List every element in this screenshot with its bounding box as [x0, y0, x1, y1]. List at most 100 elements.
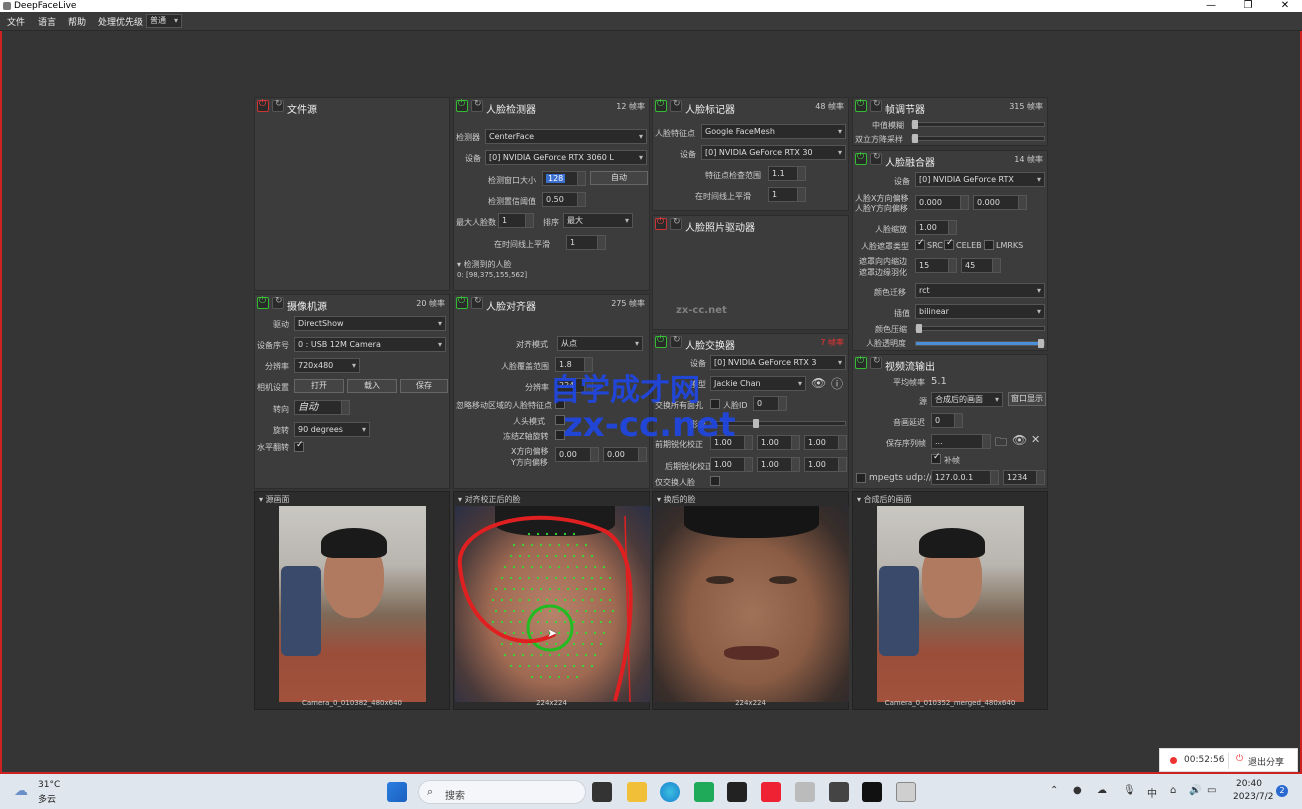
flip-checkbox[interactable] — [294, 440, 304, 452]
power-icon[interactable] — [257, 296, 269, 309]
reset-icon[interactable] — [670, 335, 682, 348]
ip-field[interactable]: 127.0.0.1 — [931, 470, 999, 485]
reset-icon[interactable] — [870, 99, 882, 112]
app-gray-icon[interactable] — [795, 782, 815, 802]
notification-badge[interactable]: 2 — [1276, 785, 1288, 797]
clear-icon[interactable]: ✕ — [1031, 433, 1040, 446]
start-icon[interactable] — [387, 782, 407, 802]
menu-language[interactable]: 语言 — [38, 15, 56, 28]
erode-field[interactable]: 15 — [915, 258, 957, 273]
open-button[interactable]: 打开 — [294, 379, 344, 393]
seq-path-field[interactable]: ... — [931, 434, 991, 449]
opacity-slider-knob[interactable] — [1038, 339, 1044, 348]
reset-icon[interactable] — [272, 296, 284, 309]
morph-slider-knob[interactable] — [753, 419, 759, 428]
deepfacelive-icon[interactable] — [896, 782, 916, 802]
delay-field[interactable]: 0 — [931, 413, 963, 428]
model-select[interactable]: Jackie Chan — [710, 376, 806, 391]
clock-time[interactable]: 20:40 — [1236, 779, 1262, 789]
power-icon[interactable] — [655, 99, 667, 112]
close-button[interactable]: ✕ — [1270, 0, 1300, 12]
app-dark-icon[interactable] — [727, 782, 747, 802]
power-icon[interactable] — [855, 99, 867, 112]
rotate-select[interactable]: 90 degrees — [294, 422, 370, 437]
taskbar-search[interactable]: ⌕ 搜索 — [418, 780, 586, 804]
median-slider[interactable] — [911, 120, 1045, 129]
blur-field[interactable]: 45 — [961, 258, 1001, 273]
interp-select[interactable]: bilinear — [915, 304, 1045, 319]
network-icon[interactable]: ⌂ — [1170, 785, 1176, 796]
reset-icon[interactable] — [670, 99, 682, 112]
tray-expand-icon[interactable]: ⌃ — [1050, 785, 1058, 796]
face-id-field[interactable]: 0 — [753, 396, 787, 411]
rotation-field[interactable]: 自动 — [294, 400, 350, 415]
opacity-slider[interactable] — [915, 339, 1045, 348]
task-view-icon[interactable] — [592, 782, 612, 802]
threshold-field[interactable]: 0.50 — [542, 192, 586, 207]
compress-slider-knob[interactable] — [916, 324, 922, 333]
color-select[interactable]: rct — [915, 283, 1045, 298]
power-icon[interactable] — [855, 356, 867, 369]
stop-share-button[interactable]: 退出分享 — [1248, 755, 1284, 768]
mpegts-checkbox[interactable] — [856, 473, 866, 483]
power-icon[interactable] — [456, 99, 468, 112]
fill-checkbox[interactable] — [931, 452, 941, 464]
save-button[interactable]: 保存 — [400, 379, 448, 393]
x-offset-field[interactable]: 0.000 — [915, 195, 969, 210]
microphone-icon[interactable]: 🎙 — [1123, 785, 1136, 796]
scale-field[interactable]: 1.00 — [915, 220, 957, 235]
port-field[interactable]: 1234 — [1003, 470, 1045, 485]
post-sharpen-field-3[interactable]: 1.00 — [804, 457, 847, 472]
smooth-field[interactable]: 1 — [768, 187, 806, 202]
pre-sharpen-field-3[interactable]: 1.00 — [804, 435, 847, 450]
max-faces-field[interactable]: 1 — [498, 213, 534, 228]
device-select[interactable]: [0] NVIDIA GeForce RTX 3060 L — [485, 150, 647, 165]
eye-icon[interactable]: 👁 — [811, 376, 826, 390]
menu-file[interactable]: 文件 — [7, 15, 25, 28]
swap-only-checkbox[interactable] — [710, 476, 720, 486]
power-icon[interactable] — [257, 99, 269, 112]
minimize-button[interactable]: — — [1196, 0, 1226, 12]
reset-icon[interactable] — [870, 152, 882, 165]
menu-help[interactable]: 帮助 — [68, 15, 86, 28]
post-sharpen-field-1[interactable]: 1.00 — [710, 457, 753, 472]
ime-label[interactable]: 中 — [1147, 785, 1157, 800]
power-icon[interactable] — [655, 217, 667, 230]
source-select[interactable]: 合成后的画面 — [931, 392, 1003, 407]
file-explorer-icon[interactable] — [627, 782, 647, 802]
device-select[interactable]: [0] NVIDIA GeForce RTX — [915, 172, 1045, 187]
marker-select[interactable]: Google FaceMesh — [701, 124, 846, 139]
device-select[interactable]: 0 : USB 12M Camera — [294, 337, 446, 352]
degrade-slider-knob[interactable] — [912, 134, 918, 143]
folder-icon[interactable]: 🗀 — [995, 433, 1007, 454]
mode-select[interactable]: 从点 — [557, 336, 643, 351]
sort-select[interactable]: 最大 — [563, 213, 633, 228]
reset-icon[interactable] — [471, 99, 483, 112]
reset-icon[interactable] — [272, 99, 284, 112]
reset-icon[interactable] — [870, 356, 882, 369]
load-button[interactable]: 载入 — [347, 379, 397, 393]
battery-icon[interactable]: ▭ — [1207, 785, 1216, 796]
celeb-checkbox[interactable] — [944, 238, 954, 250]
median-slider-knob[interactable] — [912, 120, 918, 129]
y-offset-field[interactable]: 0.00 — [603, 447, 647, 462]
stop-share-icon[interactable]: ⏻ — [1236, 754, 1243, 764]
clock-date[interactable]: 2023/7/2 — [1233, 792, 1273, 802]
reset-icon[interactable] — [471, 296, 483, 309]
reset-icon[interactable] — [670, 217, 682, 230]
resolution-select[interactable]: 720x480 — [294, 358, 360, 373]
range-field[interactable]: 1.1 — [768, 166, 806, 181]
pre-sharpen-field-2[interactable]: 1.00 — [757, 435, 800, 450]
priority-select[interactable]: 普通 — [146, 14, 182, 28]
weather-icon[interactable]: ☁ — [14, 783, 28, 799]
window-button[interactable]: 窗口显示 — [1008, 392, 1046, 406]
smooth-field[interactable]: 1 — [566, 235, 606, 250]
window-size-field[interactable]: 128 — [542, 171, 586, 186]
device-select[interactable]: [0] NVIDIA GeForce RTX 3 — [710, 355, 846, 370]
app-red-icon[interactable] — [761, 782, 781, 802]
app-media-icon[interactable] — [829, 782, 849, 802]
power-icon[interactable] — [655, 335, 667, 348]
detector-select[interactable]: CenterFace — [485, 129, 647, 144]
compress-slider[interactable] — [915, 324, 1045, 333]
src-checkbox[interactable] — [915, 238, 925, 250]
